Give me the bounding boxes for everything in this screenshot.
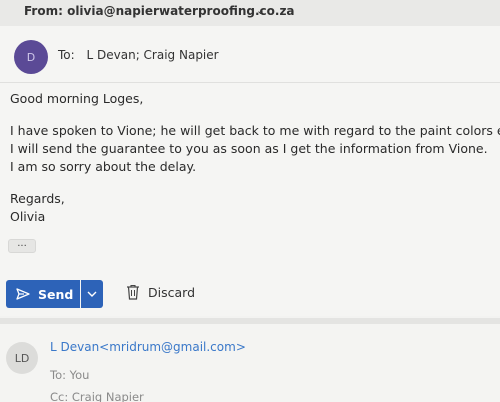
body-line-2: I will send the guarantee to you as soon… <box>10 141 488 156</box>
signature-name: Olivia <box>10 209 46 224</box>
send-label: Send <box>38 286 74 302</box>
message-body[interactable]: Good morning Loges, I have spoken to Vio… <box>10 90 500 226</box>
trash-icon <box>126 284 140 300</box>
cc-line: Cc: Craig Napier <box>50 390 144 402</box>
discard-button[interactable]: Discard <box>126 284 195 300</box>
to-label: To: <box>58 48 75 62</box>
discard-label: Discard <box>148 284 195 300</box>
previous-message[interactable]: LD L Devan<mridrum@gmail.com> To: You Cc… <box>0 324 500 402</box>
from-bar[interactable]: From: olivia@napierwaterproofing.co.za ⌄ <box>0 0 500 27</box>
avatar: LD <box>6 342 38 374</box>
show-trimmed-content-button[interactable]: ... <box>8 239 36 253</box>
compose-area: D To: L Devan; Craig Napier Good morning… <box>0 26 500 316</box>
body-line-3: I am so sorry about the delay. <box>10 159 197 174</box>
signoff: Regards, <box>10 191 65 206</box>
send-icon <box>16 288 30 300</box>
email-compose-window: From: olivia@napierwaterproofing.co.za ⌄… <box>0 0 500 402</box>
to-field[interactable]: To: L Devan; Craig Napier <box>58 48 219 62</box>
from-address[interactable]: From: olivia@napierwaterproofing.co.za <box>24 4 295 18</box>
avatar: D <box>14 40 48 74</box>
sender-name[interactable]: L Devan<mridrum@gmail.com> <box>50 340 246 354</box>
avatar-initials: LD <box>14 351 30 365</box>
chevron-down-icon[interactable]: ⌄ <box>256 4 265 17</box>
divider <box>0 82 500 83</box>
recipients[interactable]: L Devan; Craig Napier <box>87 48 219 62</box>
greeting: Good morning Loges, <box>10 91 144 106</box>
send-button[interactable]: Send <box>6 280 80 308</box>
to-line: To: You <box>50 368 90 382</box>
avatar-initial: D <box>26 50 36 64</box>
body-line-1: I have spoken to Vione; he will get back… <box>10 123 500 138</box>
send-options-button[interactable] <box>81 280 103 308</box>
chevron-down-icon <box>87 289 97 300</box>
